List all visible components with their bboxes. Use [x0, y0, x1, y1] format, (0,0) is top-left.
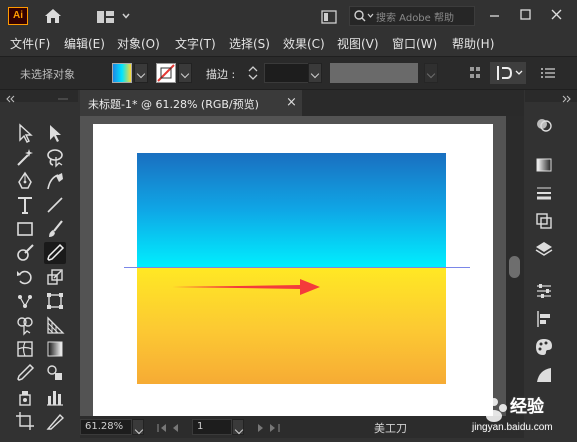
eyedropper-tool-icon[interactable] [14, 362, 36, 384]
stroke-panel-icon[interactable] [533, 182, 555, 204]
stroke-weight-dropdown[interactable] [308, 63, 322, 83]
rectangle-tool-icon[interactable] [14, 218, 36, 240]
fill-dropdown[interactable] [134, 63, 148, 83]
watermark-site: jingyan.baidu.com [472, 422, 553, 433]
close-window-icon[interactable] [546, 5, 568, 25]
symbol-sprayer-tool-icon[interactable] [14, 386, 36, 408]
document-tab[interactable]: 未标题-1* @ 61.28% (RGB/预览) × [80, 90, 302, 116]
artboard-nav-next-icon[interactable] [252, 420, 292, 434]
shaper-tool-icon[interactable] [14, 242, 36, 264]
artboard-tool-icon[interactable] [14, 410, 36, 432]
current-tool-label: 美工刀 [374, 422, 407, 435]
watermark-title: 经验 [510, 397, 544, 417]
color-panel-icon[interactable] [533, 336, 555, 358]
free-transform-tool-icon[interactable] [44, 290, 66, 312]
stroke-swatch[interactable] [156, 63, 176, 83]
selection-tool-icon[interactable] [14, 122, 36, 144]
zoom-level-field[interactable]: 61.28% [80, 419, 132, 435]
control-bar: 未选择对象 描边 : [0, 56, 577, 90]
eyedropper-tool-selected-icon[interactable] [44, 242, 66, 264]
illustrator-logo: Ai [8, 7, 28, 25]
artboard-number-field[interactable]: 1 [192, 419, 232, 435]
panel-grip-icon[interactable] [468, 65, 482, 81]
menu-file[interactable]: 文件(F) [10, 35, 50, 52]
layers-panel-icon[interactable] [533, 238, 555, 260]
menu-object[interactable]: 对象(O) [117, 35, 160, 52]
direct-selection-tool-icon[interactable] [44, 122, 66, 144]
column-graph-tool-icon[interactable] [44, 386, 66, 408]
blend-tool-icon[interactable] [44, 362, 66, 384]
curvature-tool-icon[interactable] [44, 170, 66, 192]
properties-panel-icon[interactable] [533, 280, 555, 302]
artboard-dropdown[interactable] [232, 419, 244, 435]
menu-bar: 文件(F) 编辑(E) 对象(O) 文字(T) 选择(S) 效果(C) 视图(V… [0, 32, 577, 54]
tools-panel [0, 90, 78, 438]
shape-builder-tool-icon[interactable] [14, 314, 36, 336]
search-placeholder: 搜索 Adobe 帮助 [376, 13, 454, 24]
menu-edit[interactable]: 编辑(E) [64, 35, 105, 52]
lasso-tool-icon[interactable] [44, 146, 66, 168]
align-options-button[interactable] [490, 62, 526, 84]
image-trace-panel-icon[interactable] [533, 364, 555, 386]
baidu-jingyan-watermark: 经验 jingyan.baidu.com [470, 386, 577, 438]
menu-view[interactable]: 视图(V) [337, 35, 379, 52]
paintbrush-tool-icon[interactable] [44, 218, 66, 240]
gradient-tool-icon[interactable] [44, 338, 66, 360]
red-arrow-annotation [172, 277, 322, 297]
stroke-label: 描边 : [206, 68, 236, 81]
artboard-nav-prev-icon[interactable] [154, 420, 190, 434]
maximize-icon[interactable] [515, 5, 537, 25]
minimize-icon[interactable] [484, 5, 506, 25]
transparency-panel-icon[interactable] [533, 210, 555, 232]
stroke-weight-stepper[interactable] [246, 63, 260, 83]
menu-select[interactable]: 选择(S) [229, 35, 270, 52]
line-segment-tool-icon[interactable] [44, 194, 66, 216]
blue-gradient-rectangle[interactable] [137, 153, 446, 268]
more-options-icon[interactable] [540, 65, 558, 81]
variable-width-profile[interactable] [330, 63, 418, 83]
home-icon[interactable] [42, 6, 64, 26]
zoom-dropdown[interactable] [132, 419, 144, 435]
align-panel-icon[interactable] [533, 308, 555, 330]
selection-status: 未选择对象 [20, 68, 75, 81]
menu-effect[interactable]: 效果(C) [283, 35, 325, 52]
magic-wand-tool-icon[interactable] [14, 146, 36, 168]
collapse-dock-icon[interactable] [525, 90, 577, 103]
menu-window[interactable]: 窗口(W) [392, 35, 437, 52]
scale-tool-icon[interactable] [44, 266, 66, 288]
collapse-tools-icon[interactable] [0, 90, 78, 103]
perspective-grid-tool-icon[interactable] [44, 314, 66, 336]
slice-tool-icon[interactable] [44, 410, 66, 432]
arrange-documents-icon[interactable] [320, 9, 340, 25]
fill-swatch[interactable] [112, 63, 132, 83]
help-search-input[interactable]: 搜索 Adobe 帮助 [349, 6, 475, 26]
rotate-tool-icon[interactable] [14, 266, 36, 288]
close-tab-icon[interactable]: × [286, 95, 297, 110]
puppet-warp-tool-icon[interactable] [14, 290, 36, 312]
menu-help[interactable]: 帮助(H) [452, 35, 494, 52]
document-tab-label: 未标题-1* @ 61.28% (RGB/预览) [88, 98, 259, 111]
horizontal-guide-line[interactable] [124, 267, 470, 268]
gradient-panel-icon[interactable] [533, 154, 555, 176]
type-tool-icon[interactable] [14, 194, 36, 216]
scrollbar-thumb[interactable] [509, 256, 520, 278]
menu-type[interactable]: 文字(T) [175, 35, 216, 52]
status-bar: 61.28% 1 美工刀 [80, 416, 524, 438]
pen-tool-icon[interactable] [14, 170, 36, 192]
workspace-switcher-icon[interactable] [96, 9, 132, 23]
stroke-dropdown[interactable] [178, 63, 192, 83]
mesh-tool-icon[interactable] [14, 338, 36, 360]
appearance-panel-icon[interactable] [533, 114, 555, 136]
profile-dropdown[interactable] [424, 63, 438, 83]
